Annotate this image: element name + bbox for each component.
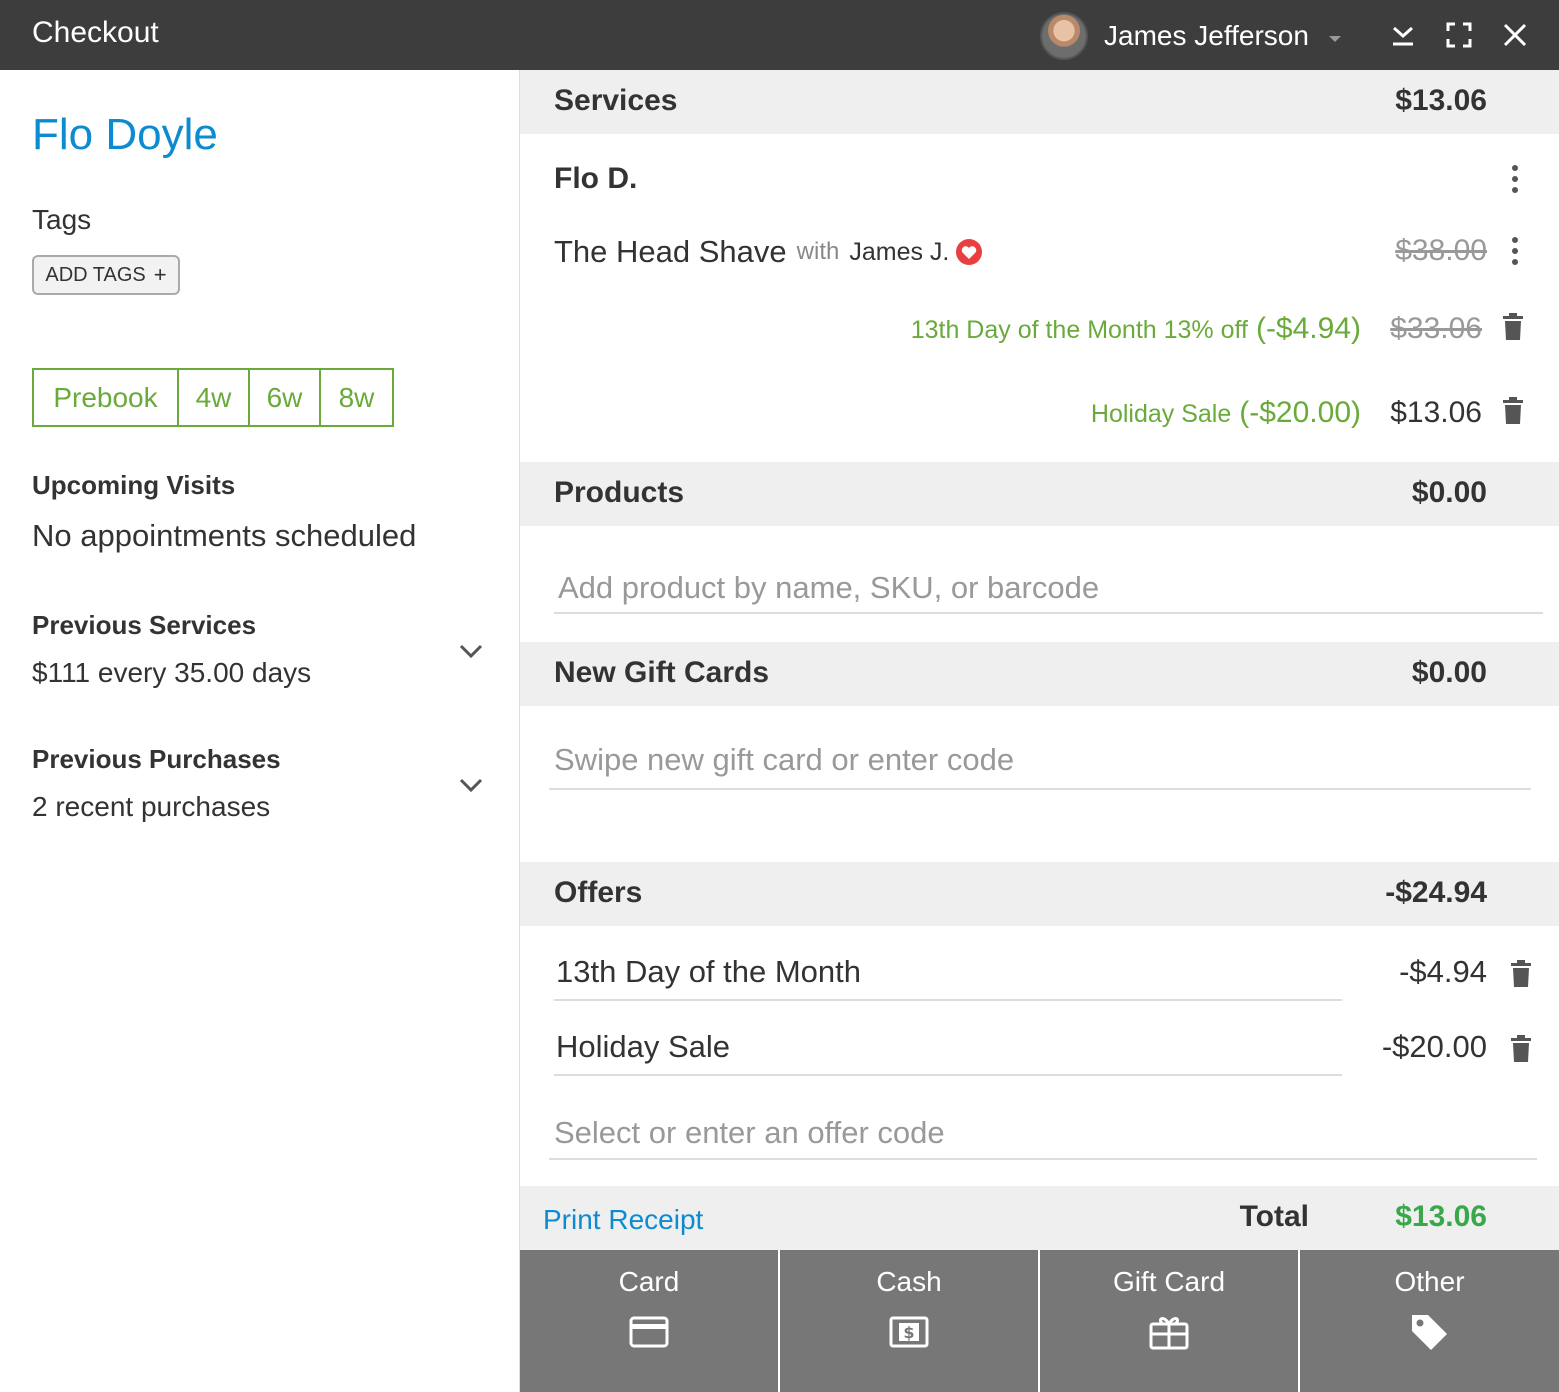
offer-name[interactable]: Holiday Sale: [556, 1029, 730, 1065]
pay-cash-label: Cash: [876, 1266, 942, 1297]
discount-amount: (-$4.94): [1255, 312, 1361, 345]
cash-icon: $: [889, 1316, 929, 1348]
add-tags-label: ADD TAGS: [45, 263, 146, 286]
prebook-group: Prebook 4w 6w 8w: [32, 368, 394, 427]
more-options-icon[interactable]: [1511, 164, 1519, 194]
fullscreen-icon[interactable]: [1446, 22, 1472, 48]
products-total: $0.00: [1411, 476, 1487, 509]
service-client-name: Flo D.: [554, 162, 638, 195]
trash-icon[interactable]: [1510, 1035, 1532, 1063]
user-avatar: [1040, 12, 1088, 60]
heart-icon: [956, 239, 983, 265]
trash-icon[interactable]: [1510, 960, 1532, 988]
service-with-text: with: [796, 238, 840, 265]
input-underline: [549, 788, 1531, 790]
checkout-panel: Services $13.06 Flo D. The Head Shave wi…: [520, 70, 1559, 1392]
offers-total: -$24.94: [1385, 876, 1487, 909]
tag-icon: [1412, 1315, 1447, 1350]
client-name[interactable]: Flo Doyle: [32, 110, 218, 160]
product-search-input[interactable]: Add product by name, SKU, or barcode: [558, 570, 1099, 606]
discount-label: 13th Day of the Month 13% off: [910, 316, 1248, 344]
previous-purchases-label: Previous Purchases: [32, 744, 281, 774]
window-title: Checkout: [32, 16, 159, 49]
plus-icon: +: [153, 262, 167, 287]
prebook-4w-button[interactable]: 4w: [179, 370, 250, 425]
pay-cash-button[interactable]: Cash $: [780, 1250, 1038, 1392]
previous-purchases-value: 2 recent purchases: [32, 791, 271, 822]
discounted-price: $33.06: [1390, 312, 1482, 345]
pay-other-button[interactable]: Other: [1300, 1250, 1559, 1392]
service-line-item[interactable]: The Head Shave with James J.: [554, 234, 983, 270]
services-header: Services $13.06: [520, 70, 1559, 134]
total-value: $13.06: [1395, 1200, 1487, 1233]
service-name: The Head Shave: [554, 234, 787, 269]
service-discount-row: Holiday Sale (-$20.00): [1091, 396, 1361, 430]
title-bar: Checkout James Jefferson: [0, 0, 1559, 70]
svg-text:$: $: [903, 1323, 914, 1342]
offer-name[interactable]: 13th Day of the Month: [556, 954, 861, 990]
pay-card-label: Card: [618, 1266, 680, 1297]
prebook-button[interactable]: Prebook: [34, 370, 179, 425]
pay-card-button[interactable]: Card: [520, 1250, 778, 1392]
total-bar: Print Receipt Total $13.06: [520, 1186, 1559, 1250]
chevron-down-icon[interactable]: [458, 642, 484, 660]
pay-gift-card-label: Gift Card: [1112, 1266, 1226, 1297]
service-provider: James J.: [849, 237, 950, 266]
discount-label: Holiday Sale: [1090, 400, 1232, 428]
gift-card-icon: [1149, 1317, 1189, 1350]
gift-cards-label: New Gift Cards: [554, 656, 770, 689]
chevron-down-icon[interactable]: [458, 776, 484, 794]
discounted-price: $13.06: [1390, 396, 1482, 429]
minimize-icon[interactable]: [1390, 22, 1416, 48]
services-total: $13.06: [1395, 84, 1487, 117]
offer-amount: -$4.94: [1399, 954, 1487, 989]
print-receipt-link[interactable]: Print Receipt: [543, 1204, 703, 1236]
pay-gift-card-button[interactable]: Gift Card: [1040, 1250, 1298, 1392]
service-discount-row: 13th Day of the Month 13% off (-$4.94): [911, 312, 1361, 346]
prebook-8w-button[interactable]: 8w: [321, 370, 392, 425]
offers-header: Offers -$24.94: [520, 862, 1559, 926]
input-underline: [554, 612, 1543, 614]
products-header: Products $0.00: [520, 462, 1559, 526]
gift-cards-header: New Gift Cards $0.00: [520, 642, 1559, 706]
trash-icon[interactable]: [1502, 397, 1524, 425]
gift-card-input[interactable]: Swipe new gift card or enter code: [554, 742, 1014, 778]
gift-cards-total: $0.00: [1411, 656, 1487, 689]
previous-services-label: Previous Services: [32, 610, 257, 640]
input-underline: [549, 1158, 1537, 1160]
caret-down-icon: [1328, 36, 1341, 42]
services-label: Services: [554, 84, 678, 117]
total-label: Total: [1239, 1200, 1309, 1233]
previous-services-value: $111 every 35.00 days: [32, 657, 312, 688]
tags-label: Tags: [32, 204, 92, 235]
upcoming-visits-label: Upcoming Visits: [32, 470, 236, 500]
client-panel: Flo Doyle Tags ADD TAGS + Prebook 4w 6w …: [0, 70, 520, 1392]
service-original-price: $38.00: [1395, 234, 1487, 267]
input-underline: [554, 999, 1342, 1001]
trash-icon[interactable]: [1502, 313, 1524, 341]
input-underline: [554, 1074, 1342, 1076]
products-label: Products: [554, 476, 685, 509]
discount-amount: (-$20.00): [1239, 396, 1361, 429]
add-tags-button[interactable]: ADD TAGS +: [32, 255, 180, 295]
credit-card-icon: [629, 1316, 669, 1348]
user-name: James Jefferson: [1104, 20, 1309, 51]
pay-other-label: Other: [1394, 1266, 1465, 1297]
close-icon[interactable]: [1502, 22, 1528, 48]
user-menu[interactable]: James Jefferson: [1040, 12, 1341, 60]
offer-amount: -$20.00: [1381, 1029, 1487, 1064]
prebook-6w-button[interactable]: 6w: [250, 370, 321, 425]
upcoming-visits-value: No appointments scheduled: [32, 518, 417, 553]
offer-code-input[interactable]: Select or enter an offer code: [554, 1115, 945, 1151]
offers-label: Offers: [554, 876, 643, 909]
more-options-icon[interactable]: [1511, 236, 1519, 266]
